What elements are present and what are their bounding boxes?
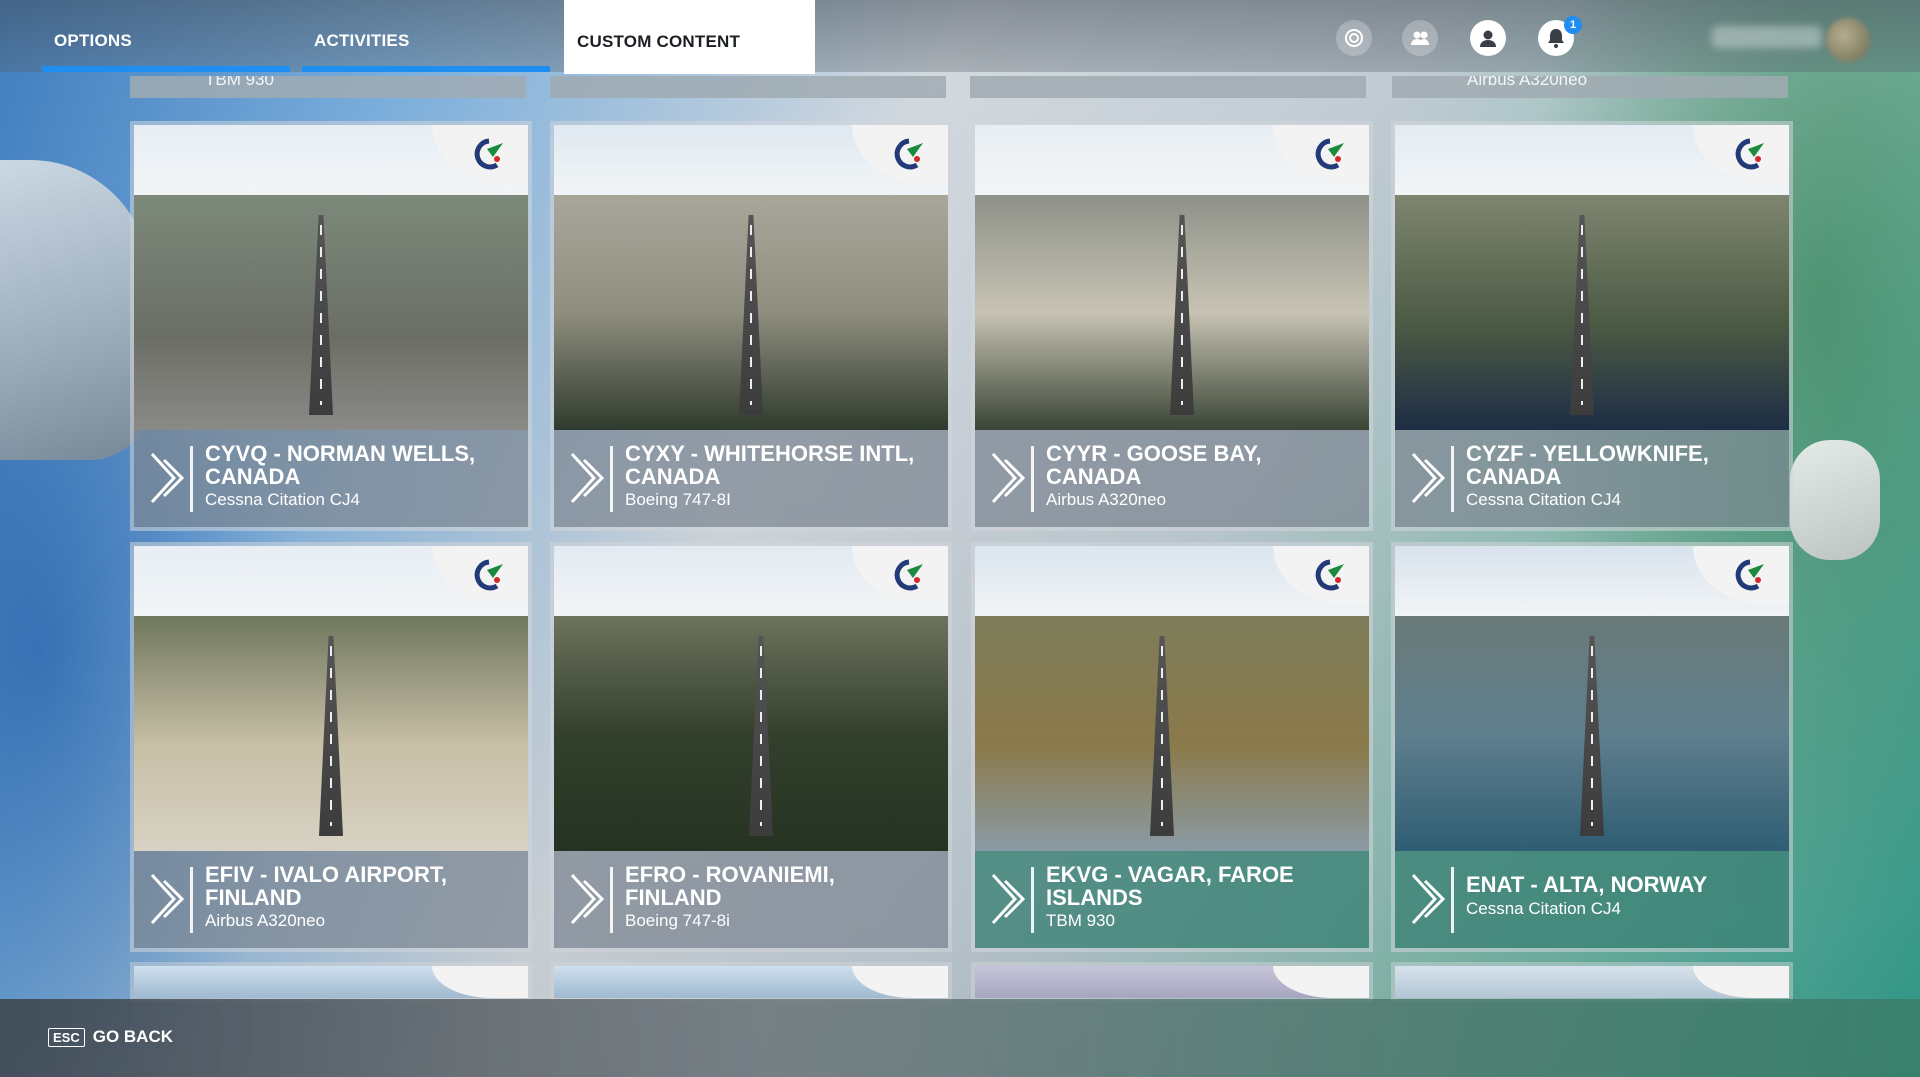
cut-card-strip[interactable]: Airbus A320neo bbox=[1392, 76, 1788, 98]
go-back-button[interactable]: ESC GO BACK bbox=[48, 1027, 173, 1047]
airport-thumbnail bbox=[134, 125, 528, 430]
go-back-label: GO BACK bbox=[92, 1027, 174, 1046]
airport-card[interactable]: CYYR - GOOSE BAY, CANADA Airbus A320neo bbox=[975, 125, 1369, 527]
card-info-panel: EFRO - ROVANIEMI, FINLAND Boeing 747-8i bbox=[554, 851, 948, 948]
aircraft-name: Airbus A320neo bbox=[205, 911, 326, 930]
cut-card-bottom[interactable] bbox=[134, 966, 528, 998]
aircraft-name: Cessna Citation CJ4 bbox=[1466, 899, 1621, 918]
airport-card[interactable]: EFIV - IVALO AIRPORT, FINLAND Airbus A320… bbox=[134, 546, 528, 948]
aircraft-name: Airbus A320neo bbox=[1046, 490, 1167, 509]
cut-card-aircraft: Airbus A320neo bbox=[1467, 76, 1588, 89]
card-info-panel: CYVQ - NORMAN WELLS, CANADA Cessna Citati… bbox=[134, 430, 528, 527]
cut-card-strip[interactable] bbox=[970, 76, 1366, 98]
airport-card[interactable]: EFRO - ROVANIEMI, FINLAND Boeing 747-8i bbox=[554, 546, 948, 948]
aircraft-name: Boeing 747-8I bbox=[625, 490, 731, 509]
chevron-right-icon bbox=[1411, 452, 1446, 504]
aircraft-name: Cessna Citation CJ4 bbox=[205, 490, 360, 509]
card-divider bbox=[1451, 446, 1454, 512]
airport-thumbnail bbox=[1395, 125, 1789, 430]
aircraft-name: Boeing 747-8i bbox=[625, 911, 730, 930]
airport-thumbnail bbox=[975, 125, 1369, 430]
airport-thumbnail bbox=[975, 546, 1369, 851]
cut-card-bottom[interactable] bbox=[1395, 966, 1789, 998]
cut-card-bottom[interactable] bbox=[554, 966, 948, 998]
airport-title: EKVG - VAGAR, FAROE ISLANDS bbox=[1046, 862, 1294, 910]
chevron-right-icon bbox=[991, 873, 1026, 925]
content-grid: TBM 930 Airbus A320neo CYVQ - NORMAN WEL… bbox=[0, 0, 1920, 1077]
airport-title: CYZF - YELLOWKNIFE, CANADA bbox=[1466, 441, 1709, 489]
card-divider bbox=[190, 446, 193, 512]
airport-thumbnail bbox=[134, 546, 528, 851]
aircraft-name: TBM 930 bbox=[1046, 911, 1115, 930]
chevron-right-icon bbox=[150, 452, 185, 504]
card-divider bbox=[1451, 867, 1454, 933]
cut-card-strip[interactable] bbox=[550, 76, 946, 98]
airport-title: ENAT - ALTA, NORWAY bbox=[1466, 872, 1708, 897]
airport-card[interactable]: EKVG - VAGAR, FAROE ISLANDS TBM 930 bbox=[975, 546, 1369, 948]
card-divider bbox=[610, 867, 613, 933]
esc-key-icon: ESC bbox=[48, 1027, 85, 1047]
publisher-logo-icon bbox=[432, 966, 528, 998]
cut-card-bottom[interactable] bbox=[975, 966, 1369, 998]
airport-thumbnail bbox=[1395, 546, 1789, 851]
chevron-right-icon bbox=[570, 873, 605, 925]
chevron-right-icon bbox=[570, 452, 605, 504]
airport-title: EFIV - IVALO AIRPORT, FINLAND bbox=[205, 862, 448, 910]
card-info-panel: CYYR - GOOSE BAY, CANADA Airbus A320neo bbox=[975, 430, 1369, 527]
airport-card[interactable]: ENAT - ALTA, NORWAY Cessna Citation CJ4 bbox=[1395, 546, 1789, 948]
airport-card[interactable]: CYXY - WHITEHORSE INTL, CANADA Boeing 747… bbox=[554, 125, 948, 527]
card-divider bbox=[610, 446, 613, 512]
publisher-logo-icon bbox=[1273, 966, 1369, 998]
airport-thumbnail bbox=[554, 546, 948, 851]
aircraft-name: Cessna Citation CJ4 bbox=[1466, 490, 1621, 509]
airport-title: CYXY - WHITEHORSE INTL, CANADA bbox=[625, 441, 915, 489]
card-info-panel: EFIV - IVALO AIRPORT, FINLAND Airbus A320… bbox=[134, 851, 528, 948]
chevron-right-icon bbox=[150, 873, 185, 925]
airport-thumbnail bbox=[554, 125, 948, 430]
chevron-right-icon bbox=[991, 452, 1026, 504]
airport-card[interactable]: CYVQ - NORMAN WELLS, CANADA Cessna Citati… bbox=[134, 125, 528, 527]
card-divider bbox=[1031, 446, 1034, 512]
footer-bar: ESC GO BACK bbox=[0, 999, 1920, 1077]
cut-card-aircraft: TBM 930 bbox=[205, 76, 274, 89]
card-divider bbox=[1031, 867, 1034, 933]
card-divider bbox=[190, 867, 193, 933]
card-info-panel: EKVG - VAGAR, FAROE ISLANDS TBM 930 bbox=[975, 851, 1369, 948]
airport-title: CYVQ - NORMAN WELLS, CANADA bbox=[205, 441, 476, 489]
publisher-logo-icon bbox=[1693, 966, 1789, 998]
card-info-panel: CYXY - WHITEHORSE INTL, CANADA Boeing 747… bbox=[554, 430, 948, 527]
chevron-right-icon bbox=[1411, 873, 1446, 925]
airport-title: CYYR - GOOSE BAY, CANADA bbox=[1046, 441, 1262, 489]
airport-title: EFRO - ROVANIEMI, FINLAND bbox=[625, 862, 835, 910]
publisher-logo-icon bbox=[852, 966, 948, 998]
cut-card-strip[interactable]: TBM 930 bbox=[130, 76, 526, 98]
airport-card[interactable]: CYZF - YELLOWKNIFE, CANADA Cessna Citatio… bbox=[1395, 125, 1789, 527]
card-info-panel: ENAT - ALTA, NORWAY Cessna Citation CJ4 bbox=[1395, 851, 1789, 948]
card-info-panel: CYZF - YELLOWKNIFE, CANADA Cessna Citatio… bbox=[1395, 430, 1789, 527]
